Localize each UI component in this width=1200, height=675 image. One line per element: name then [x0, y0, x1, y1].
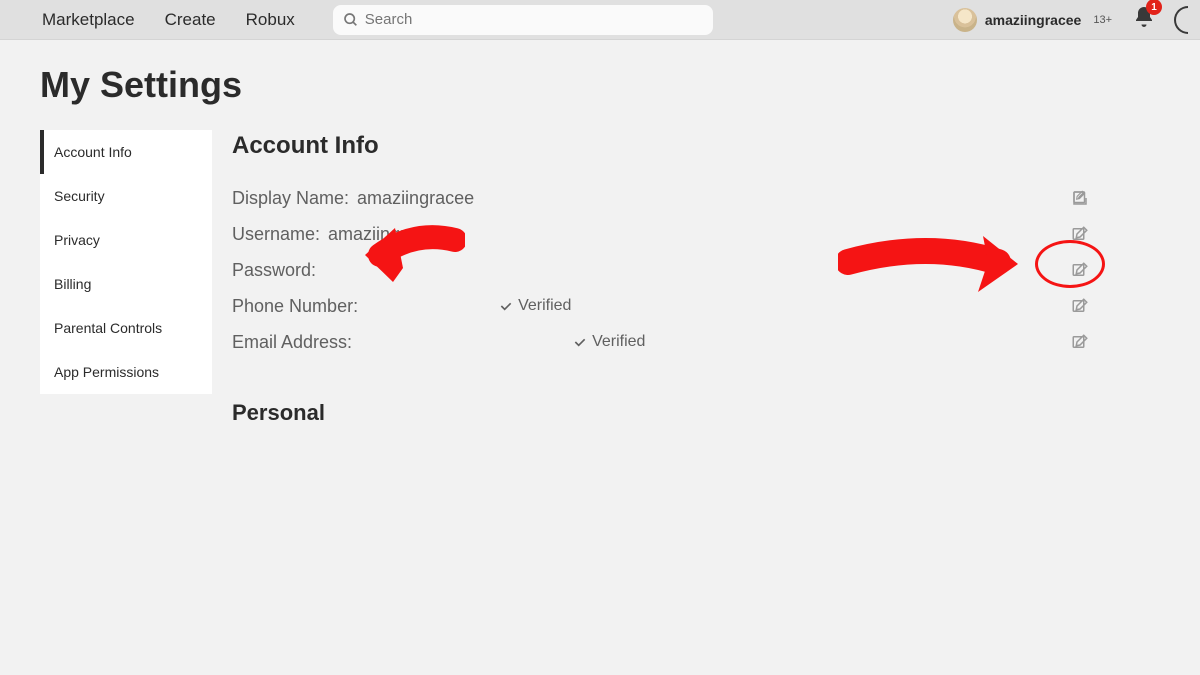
display-name-value: amaziingracee [357, 188, 474, 209]
edit-phone-button[interactable] [1070, 296, 1090, 316]
edit-icon [1071, 189, 1089, 207]
section-account-info-heading: Account Info [232, 132, 1200, 160]
edit-icon [1071, 297, 1089, 315]
nav-create[interactable]: Create [165, 10, 216, 30]
top-age-badge: 13+ [1093, 14, 1112, 26]
field-password-label: Password: [232, 260, 316, 281]
sidebar-item-account-info[interactable]: Account Info [40, 130, 212, 174]
notification-badge: 1 [1146, 0, 1162, 15]
field-email-label: Email Address: [232, 332, 352, 353]
email-verified: Verified [572, 333, 645, 351]
nav-marketplace[interactable]: Marketplace [42, 10, 135, 30]
check-icon [572, 334, 588, 350]
phone-verified: Verified [498, 297, 571, 315]
field-phone: Phone Number: Verified [232, 288, 1200, 324]
sidebar-item-security[interactable]: Security [40, 174, 212, 218]
sidebar-item-billing[interactable]: Billing [40, 262, 212, 306]
sidebar-item-privacy[interactable]: Privacy [40, 218, 212, 262]
page-title: My Settings [40, 64, 1200, 106]
search-input[interactable] [365, 11, 703, 28]
page: My Settings Account Info Security Privac… [0, 40, 1200, 426]
settings-sidebar: Account Info Security Privacy Billing Pa… [40, 130, 212, 394]
section-personal-heading: Personal [232, 400, 1200, 426]
field-username-label: Username: amaziingracee [232, 224, 445, 245]
sidebar-item-app-permissions[interactable]: App Permissions [40, 350, 212, 394]
top-username[interactable]: amaziingracee [985, 12, 1082, 28]
edit-icon [1071, 333, 1089, 351]
avatar[interactable] [953, 8, 977, 32]
username-value: amaziingracee [328, 224, 445, 245]
topbar: Marketplace Create Robux amaziingracee 1… [0, 0, 1200, 40]
search-icon [343, 12, 359, 28]
edit-display-name-button[interactable] [1070, 188, 1090, 208]
nav-robux[interactable]: Robux [246, 10, 295, 30]
field-display-name: Display Name: amaziingracee [232, 180, 1200, 216]
annotation-circle [1035, 240, 1105, 288]
notifications-button[interactable]: 1 [1132, 5, 1156, 34]
robux-icon[interactable] [1174, 6, 1188, 34]
field-display-name-label: Display Name: amaziingracee [232, 188, 474, 209]
field-phone-label: Phone Number: [232, 296, 358, 317]
check-icon [498, 298, 514, 314]
field-email: Email Address: Verified [232, 324, 1200, 360]
search-box[interactable] [333, 5, 713, 35]
edit-email-button[interactable] [1070, 332, 1090, 352]
topbar-right: amaziingracee 13+ 1 [953, 5, 1188, 34]
sidebar-item-parental-controls[interactable]: Parental Controls [40, 306, 212, 350]
